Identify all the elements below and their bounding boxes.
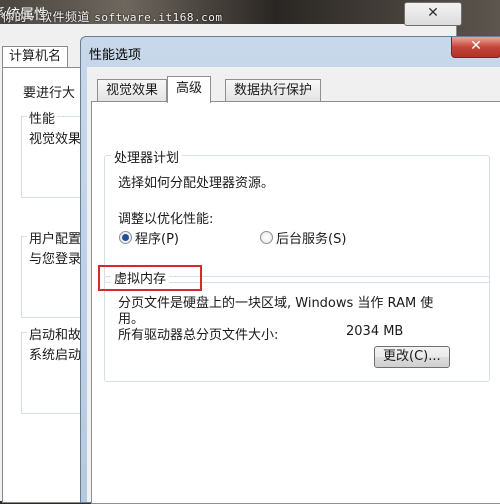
bg-user-profile-text: 与您登录	[29, 252, 82, 267]
adjust-performance-label: 调整以优化性能:	[118, 212, 214, 227]
dialog-body: 视觉效果 高级 数据执行保护 处理器计划 选择如何分配处理器资源。 调整以优化性…	[87, 67, 500, 504]
radio-programs-label[interactable]: 程序(P)	[135, 228, 179, 247]
tab-computer-name[interactable]: 计算机名	[2, 46, 69, 67]
tab-data-execution-prevention[interactable]: 数据执行保护	[225, 79, 322, 102]
processor-description: 选择如何分配处理器资源。	[118, 176, 275, 191]
close-icon: ✕	[427, 5, 439, 21]
bg-group-startup-legend: 启动和故	[27, 324, 84, 343]
close-icon: ✕	[470, 38, 482, 54]
bg-close-button[interactable]: ✕	[404, 2, 462, 26]
bg-tab-panel: 要进行大 性能 视觉效果 用户配置 与您登录 启动和故 系统启动	[2, 67, 84, 503]
bg-group-performance-legend: 性能	[27, 108, 58, 127]
bg-group-user-profile-legend: 用户配置	[27, 228, 84, 247]
radio-background-services-label[interactable]: 后台服务(S)	[276, 228, 346, 247]
tab-advanced[interactable]: 高级	[167, 76, 212, 103]
watermark-text: 你的 · 软件频道	[2, 10, 90, 24]
performance-options-dialog: 性能选项 ✕ 视觉效果 高级 数据执行保护 处理器计划 选择如何分配处理器资源。…	[80, 36, 500, 504]
radio-background-services[interactable]	[260, 231, 273, 244]
dialog-close-button[interactable]: ✕	[451, 37, 500, 58]
dialog-title: 性能选项	[89, 48, 142, 63]
bg-performance-text: 视觉效果	[29, 132, 82, 147]
total-paging-file-label: 所有驱动器总分页文件大小:	[118, 328, 279, 343]
tab-visual-effects[interactable]: 视觉效果	[97, 79, 168, 102]
radio-programs[interactable]	[119, 231, 132, 244]
bg-startup-text: 系统启动	[29, 348, 82, 363]
change-virtual-memory-button[interactable]: 更改(C)...	[374, 346, 450, 368]
processor-scheduling-legend: 处理器计划	[111, 147, 183, 166]
watermark-url: software.it168.com	[94, 11, 223, 24]
watermark: 你的 · 软件频道 software.it168.com	[2, 8, 223, 25]
tab-panel-advanced: 处理器计划 选择如何分配处理器资源。 调整以优化性能: 程序(P) 后台服务(S…	[91, 101, 500, 504]
total-paging-file-value: 2034 MB	[346, 324, 404, 339]
highlight-box	[98, 265, 202, 291]
bg-admin-text: 要进行大	[23, 86, 76, 101]
virtual-memory-description-line1: 分页文件是硬盘上的一块区域, Windows 当作 RAM 使	[118, 296, 434, 311]
